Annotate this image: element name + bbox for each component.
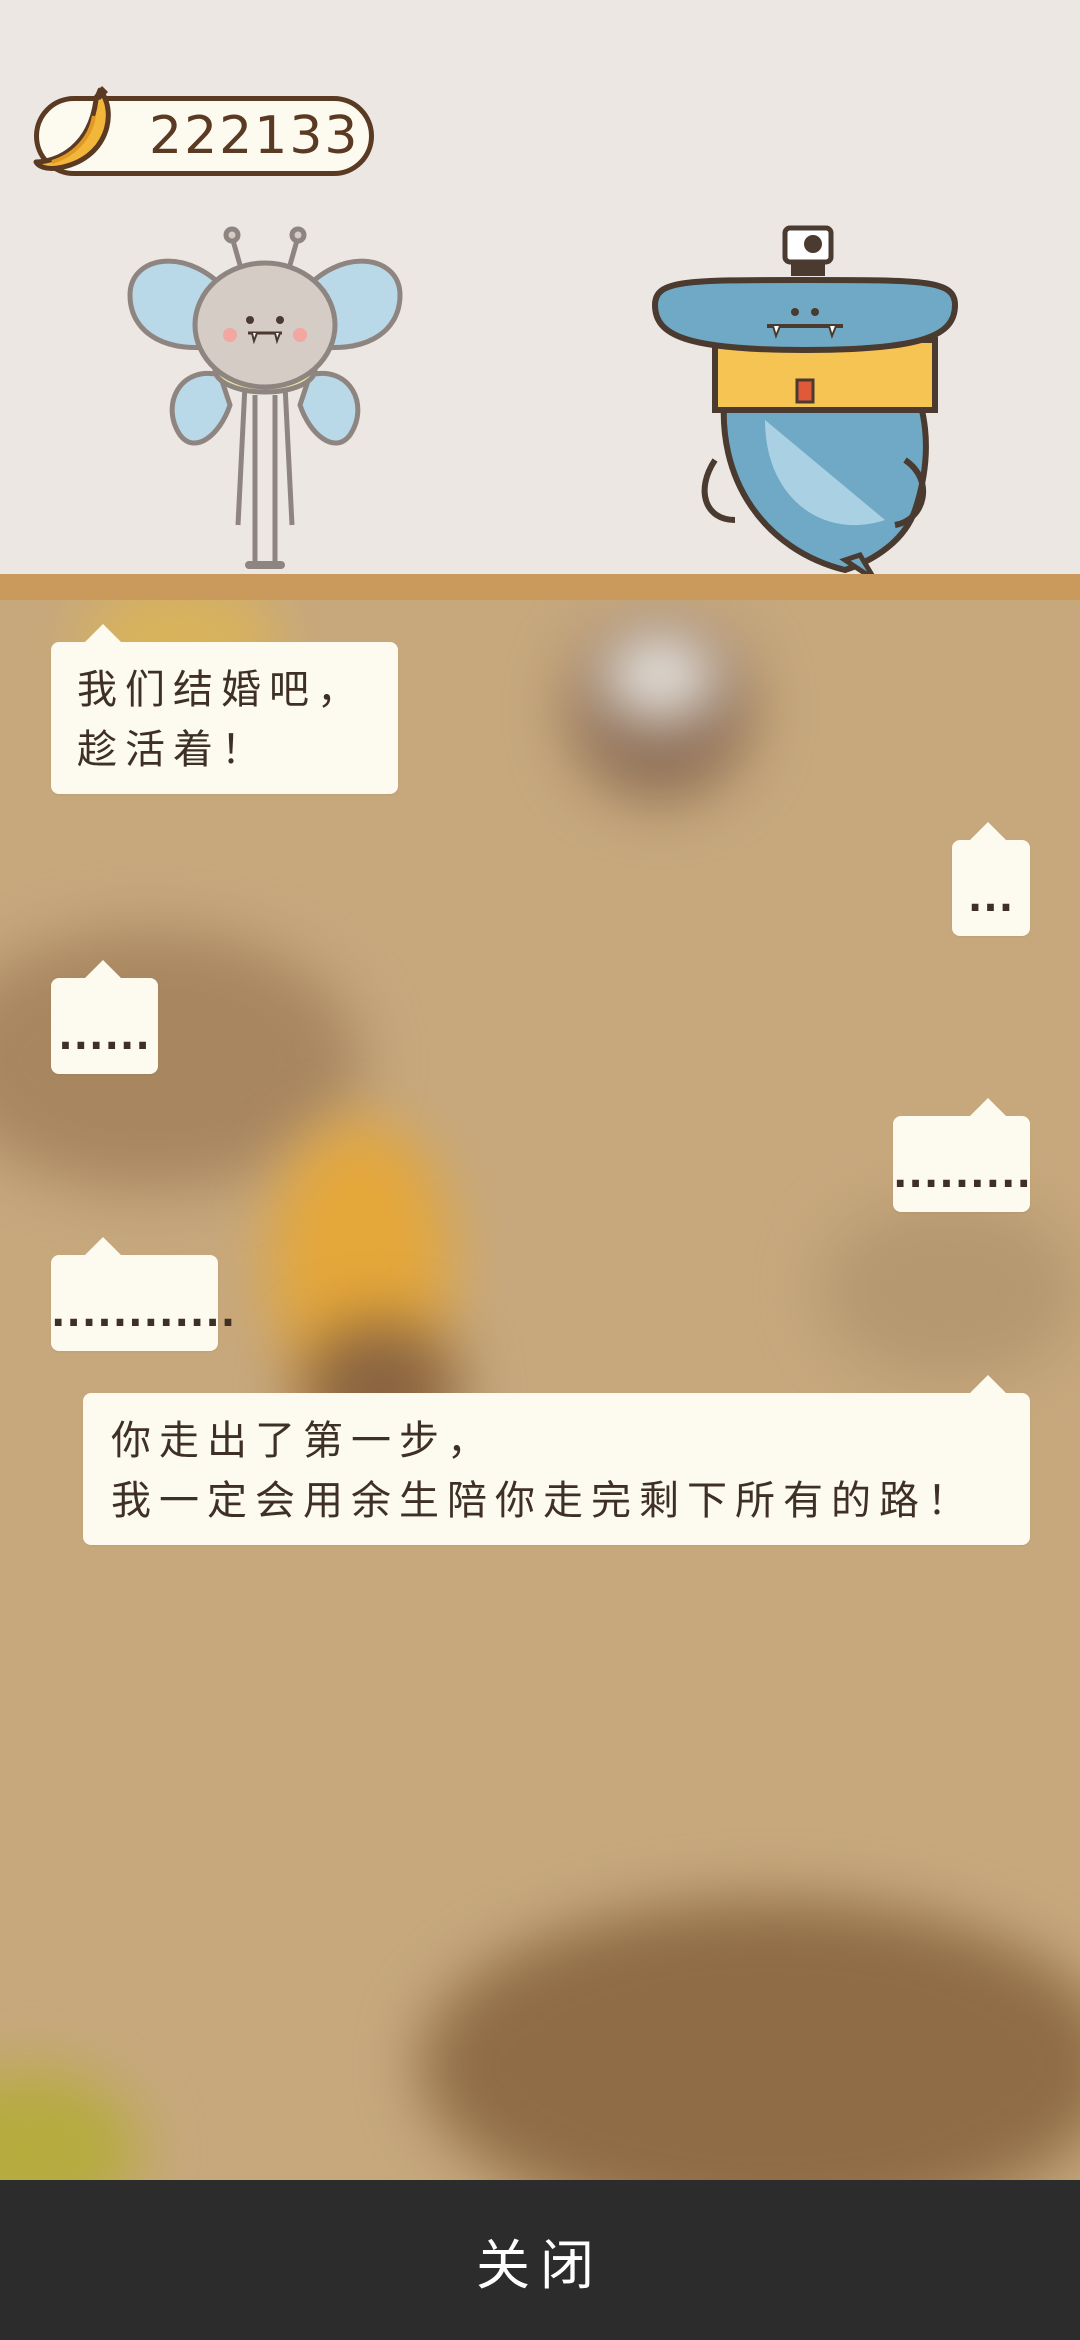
hammerhead-shark-character (651, 225, 959, 580)
character-stage: 222133 (0, 0, 1080, 580)
message-line: ... (967, 876, 1015, 920)
message-bubble: ......... (893, 1098, 1032, 1212)
close-button[interactable]: 关闭 (0, 2180, 1080, 2340)
message-bubble: 你走出了第一步， 我一定会用余生陪你走完剩下所有的路！ (83, 1375, 1030, 1545)
banana-icon (33, 86, 111, 171)
banana-count: 222133 (149, 106, 360, 166)
bottom-bar: 关闭 (0, 2180, 1080, 2340)
message-line: 你走出了第一步， (111, 1418, 495, 1464)
message-bubble: 我们结婚吧， 趁活着！ (51, 624, 398, 794)
butterfly-character (127, 226, 403, 569)
background-decoration (600, 630, 720, 720)
background-decoration (420, 1900, 1080, 2180)
message-bubble: ... (952, 822, 1030, 936)
dialogue-panel: 我们结婚吧， 趁活着！ ... ...... ......... .......… (0, 600, 1080, 2180)
message-line: 趁活着！ (77, 727, 269, 773)
background-decoration (820, 1200, 1080, 1380)
message-bubble: ...... (51, 960, 158, 1074)
background-decoration (0, 2070, 140, 2180)
message-line: 我们结婚吧， (77, 667, 365, 713)
message-line: ...... (58, 1014, 151, 1058)
message-bubble: ............ (51, 1237, 237, 1351)
stage-ledge (0, 574, 1080, 600)
message-line: ......... (893, 1152, 1032, 1196)
message-line: ............ (51, 1291, 237, 1335)
message-line: 我一定会用余生陪你走完剩下所有的路！ (111, 1478, 975, 1524)
